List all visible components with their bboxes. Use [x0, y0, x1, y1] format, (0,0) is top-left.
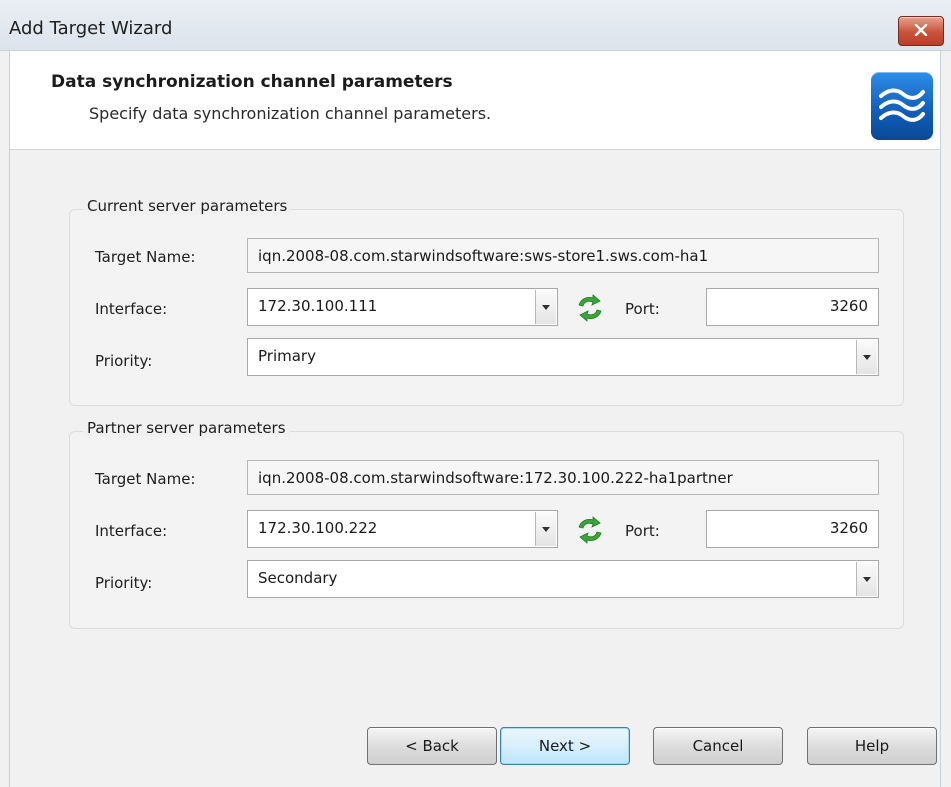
partner-interface-value: 172.30.100.222: [258, 519, 378, 537]
current-priority-value: Primary: [258, 347, 316, 365]
partner-priority-select[interactable]: Secondary: [247, 560, 879, 598]
partner-target-name-label: Target Name:: [95, 470, 196, 488]
current-priority-label: Priority:: [95, 352, 153, 370]
current-priority-select[interactable]: Primary: [247, 338, 879, 376]
current-target-name-label: Target Name:: [95, 248, 196, 266]
close-button[interactable]: [898, 16, 944, 46]
help-button[interactable]: Help: [807, 727, 937, 765]
close-icon: [914, 24, 928, 36]
refresh-icon[interactable]: [575, 294, 605, 322]
page-subtitle: Specify data synchronization channel par…: [89, 104, 492, 123]
next-button[interactable]: Next >: [500, 727, 630, 765]
refresh-icon[interactable]: [575, 516, 605, 544]
partner-server-group-label: Partner server parameters: [83, 419, 290, 437]
partner-target-name-field[interactable]: iqn.2008-08.com.starwindsoftware:172.30.…: [247, 460, 879, 495]
current-target-name-field[interactable]: iqn.2008-08.com.starwindsoftware:sws-sto…: [247, 238, 879, 273]
cancel-button[interactable]: Cancel: [653, 727, 783, 765]
current-port-input[interactable]: 3260: [706, 288, 879, 326]
title-bar: Add Target Wizard: [0, 0, 951, 51]
current-port-label: Port:: [625, 300, 660, 318]
partner-interface-select[interactable]: 172.30.100.222: [247, 510, 558, 548]
partner-interface-dropdown-button[interactable]: [535, 512, 556, 546]
partner-port-label: Port:: [625, 522, 660, 540]
back-button[interactable]: < Back: [367, 727, 497, 765]
partner-port-value: 3260: [829, 519, 868, 537]
chevron-down-icon: [542, 527, 550, 532]
partner-port-input[interactable]: 3260: [706, 510, 879, 548]
current-server-group: Current server parameters Target Name: i…: [69, 197, 904, 406]
chevron-down-icon: [863, 577, 871, 582]
partner-priority-value: Secondary: [258, 569, 338, 587]
window-border-left: [9, 50, 10, 787]
chevron-down-icon: [542, 305, 550, 310]
current-server-group-label: Current server parameters: [83, 197, 292, 215]
window-title: Add Target Wizard: [9, 18, 173, 39]
partner-interface-label: Interface:: [95, 522, 168, 540]
partner-priority-dropdown-button[interactable]: [856, 562, 877, 596]
current-priority-dropdown-button[interactable]: [856, 340, 877, 374]
current-interface-dropdown-button[interactable]: [535, 290, 556, 324]
current-interface-value: 172.30.100.111: [258, 297, 378, 315]
page-title: Data synchronization channel parameters: [51, 72, 453, 92]
partner-priority-label: Priority:: [95, 574, 153, 592]
partner-target-name-value: iqn.2008-08.com.starwindsoftware:172.30.…: [258, 469, 733, 487]
current-port-value: 3260: [829, 297, 868, 315]
starwind-logo-icon: [871, 72, 933, 140]
chevron-down-icon: [863, 355, 871, 360]
current-interface-label: Interface:: [95, 300, 168, 318]
partner-server-group: Partner server parameters Target Name: i…: [69, 419, 904, 629]
current-target-name-value: iqn.2008-08.com.starwindsoftware:sws-sto…: [258, 247, 709, 265]
window-border-right: [940, 50, 941, 787]
current-interface-select[interactable]: 172.30.100.111: [247, 288, 558, 326]
wizard-window: Add Target Wizard Data synchronization c…: [0, 0, 951, 787]
wizard-header: Data synchronization channel parameters …: [10, 51, 940, 150]
